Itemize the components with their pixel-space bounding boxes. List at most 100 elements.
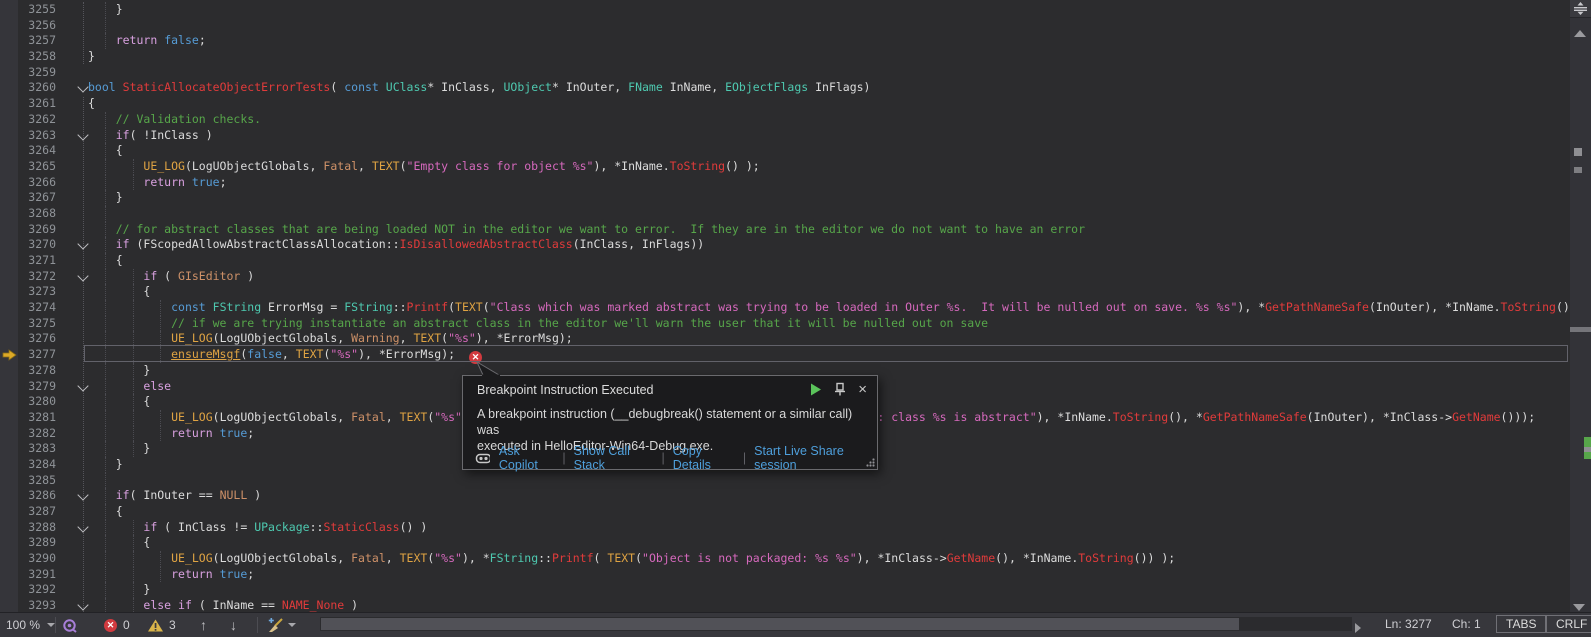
code-line[interactable]: 3270 if (FScopedAllowAbstractClassAlloca… <box>0 237 1570 253</box>
zoom-control[interactable]: 100 % <box>6 613 55 637</box>
code-text[interactable]: } <box>0 457 123 473</box>
column-indicator[interactable]: Ch: 1 <box>1452 612 1481 636</box>
error-circle-icon: ✕ <box>104 619 117 632</box>
code-text[interactable]: } <box>0 363 150 379</box>
code-line[interactable]: 3256 <box>0 18 1570 34</box>
code-text[interactable]: // Validation checks. <box>0 112 261 128</box>
code-text[interactable]: const FString ErrorMsg = FString::Printf… <box>0 300 1570 316</box>
code-text[interactable]: return true; <box>0 426 254 442</box>
scrollbar-change-mark <box>1584 437 1591 447</box>
code-text[interactable]: } <box>0 441 150 457</box>
code-text[interactable] <box>0 206 116 222</box>
code-text[interactable] <box>0 65 88 81</box>
code-text[interactable]: return true; <box>0 567 254 583</box>
code-line[interactable]: 3262 // Validation checks. <box>0 112 1570 128</box>
code-text[interactable]: else <box>0 379 171 395</box>
code-line[interactable]: 3271 { <box>0 253 1570 269</box>
code-text[interactable] <box>0 473 116 489</box>
code-text[interactable]: { <box>0 535 150 551</box>
code-line[interactable]: 3265 UE_LOG(LogUObjectGlobals, Fatal, TE… <box>0 159 1570 175</box>
code-cleanup-button[interactable] <box>266 613 296 637</box>
code-line[interactable]: 3269 // for abstract classes that are be… <box>0 222 1570 238</box>
editor-split-handle[interactable] <box>1570 0 1591 18</box>
show-call-stack-link[interactable]: Show Call Stack <box>574 444 654 472</box>
code-text[interactable]: UE_LOG(LogUObjectGlobals, Fatal, TEXT("%… <box>0 551 1175 567</box>
code-line[interactable]: 3255 } <box>0 2 1570 18</box>
code-text[interactable]: { <box>0 504 123 520</box>
health-indicator[interactable] <box>62 613 77 637</box>
ask-copilot-link[interactable]: Ask Copilot <box>499 444 554 472</box>
code-line[interactable]: 3257 return false; <box>0 33 1570 49</box>
code-text[interactable]: bool StaticAllocateObjectErrorTests( con… <box>0 80 870 96</box>
hscroll-thumb[interactable] <box>321 618 1239 630</box>
code-text[interactable]: { <box>0 394 150 410</box>
warning-count[interactable]: 3 <box>148 613 176 637</box>
code-text[interactable]: return true; <box>0 175 227 191</box>
code-line[interactable]: 3261{ <box>0 96 1570 112</box>
continue-play-button[interactable] <box>810 383 822 396</box>
code-text[interactable]: } <box>0 582 150 598</box>
code-text[interactable]: if ( GIsEditor ) <box>0 269 254 285</box>
scroll-up-button[interactable] <box>1574 24 1586 42</box>
code-text[interactable]: if ( InClass != UPackage::StaticClass() … <box>0 520 427 536</box>
breakpoint-popup[interactable]: Breakpoint Instruction Executed × A brea… <box>462 375 878 470</box>
code-text[interactable]: if( !InClass ) <box>0 128 213 144</box>
code-line[interactable]: 3289 { <box>0 535 1570 551</box>
scrollbar-thumb[interactable] <box>1570 327 1591 332</box>
code-line[interactable]: 3286 if( InOuter == NULL ) <box>0 488 1570 504</box>
zoom-level: 100 % <box>6 618 40 632</box>
eol-indicator[interactable]: CRLF <box>1546 612 1591 636</box>
code-line[interactable]: 3259 <box>0 65 1570 81</box>
scrollbar-mark <box>1574 167 1582 173</box>
next-issue-button[interactable]: ↓ <box>230 613 237 637</box>
error-count[interactable]: ✕ 0 <box>104 613 130 637</box>
code-text[interactable] <box>0 18 116 34</box>
code-line[interactable]: 3285 <box>0 473 1570 489</box>
arrow-up-icon <box>1574 30 1586 37</box>
code-text[interactable]: } <box>0 49 95 65</box>
code-text[interactable]: // if we are trying instantiate an abstr… <box>0 316 988 332</box>
eol-indicator-value: CRLF <box>1546 615 1591 633</box>
code-text[interactable]: { <box>0 284 150 300</box>
code-line[interactable]: 3287 { <box>0 504 1570 520</box>
code-text[interactable]: { <box>0 96 95 112</box>
code-text[interactable]: } <box>0 190 123 206</box>
code-line[interactable]: 3260bool StaticAllocateObjectErrorTests(… <box>0 80 1570 96</box>
split-handle-icon <box>1570 0 1591 17</box>
code-line[interactable]: 3272 if ( GIsEditor ) <box>0 269 1570 285</box>
code-line[interactable]: 3263 if( !InClass ) <box>0 128 1570 144</box>
code-line[interactable]: 3267 } <box>0 190 1570 206</box>
arrow-right-icon <box>1355 623 1361 633</box>
code-line[interactable]: 3291 return true; <box>0 567 1570 583</box>
code-line[interactable]: 3273 { <box>0 284 1570 300</box>
hscroll-right-button[interactable] <box>1355 620 1361 637</box>
tabs-indicator[interactable]: TABS <box>1496 612 1546 636</box>
popup-resize-grip[interactable] <box>866 458 875 467</box>
start-live-share-link[interactable]: Start Live Share session <box>754 444 873 472</box>
code-text[interactable]: { <box>0 253 123 269</box>
code-text[interactable]: UE_LOG(LogUObjectGlobals, Fatal, TEXT("E… <box>0 159 760 175</box>
code-line[interactable]: 3266 return true; <box>0 175 1570 191</box>
code-text[interactable]: } <box>0 2 123 18</box>
line-indicator[interactable]: Ln: 3277 <box>1385 612 1432 636</box>
code-text[interactable]: return false; <box>0 33 206 49</box>
code-text[interactable]: { <box>0 143 123 159</box>
code-line[interactable]: 3268 <box>0 206 1570 222</box>
current-statement-highlight <box>84 345 1568 362</box>
code-line[interactable]: 3288 if ( InClass != UPackage::StaticCla… <box>0 520 1570 536</box>
code-line[interactable]: 3264 { <box>0 143 1570 159</box>
code-line[interactable]: 3274 const FString ErrorMsg = FString::P… <box>0 300 1570 316</box>
code-line[interactable]: 3258} <box>0 49 1570 65</box>
pin-icon[interactable] <box>834 382 846 396</box>
code-line[interactable]: 3290 UE_LOG(LogUObjectGlobals, Fatal, TE… <box>0 551 1570 567</box>
code-text[interactable]: // for abstract classes that are being l… <box>0 222 1085 238</box>
code-text[interactable]: if( InOuter == NULL ) <box>0 488 261 504</box>
vertical-scrollbar[interactable] <box>1570 0 1591 612</box>
prev-issue-button[interactable]: ↑ <box>200 613 207 637</box>
code-line[interactable]: 3292 } <box>0 582 1570 598</box>
close-icon[interactable]: × <box>858 383 867 396</box>
code-text[interactable]: if (FScopedAllowAbstractClassAllocation:… <box>0 237 704 253</box>
copy-details-link[interactable]: Copy Details <box>673 444 735 472</box>
error-count-value: 0 <box>123 618 130 632</box>
code-line[interactable]: 3275 // if we are trying instantiate an … <box>0 316 1570 332</box>
